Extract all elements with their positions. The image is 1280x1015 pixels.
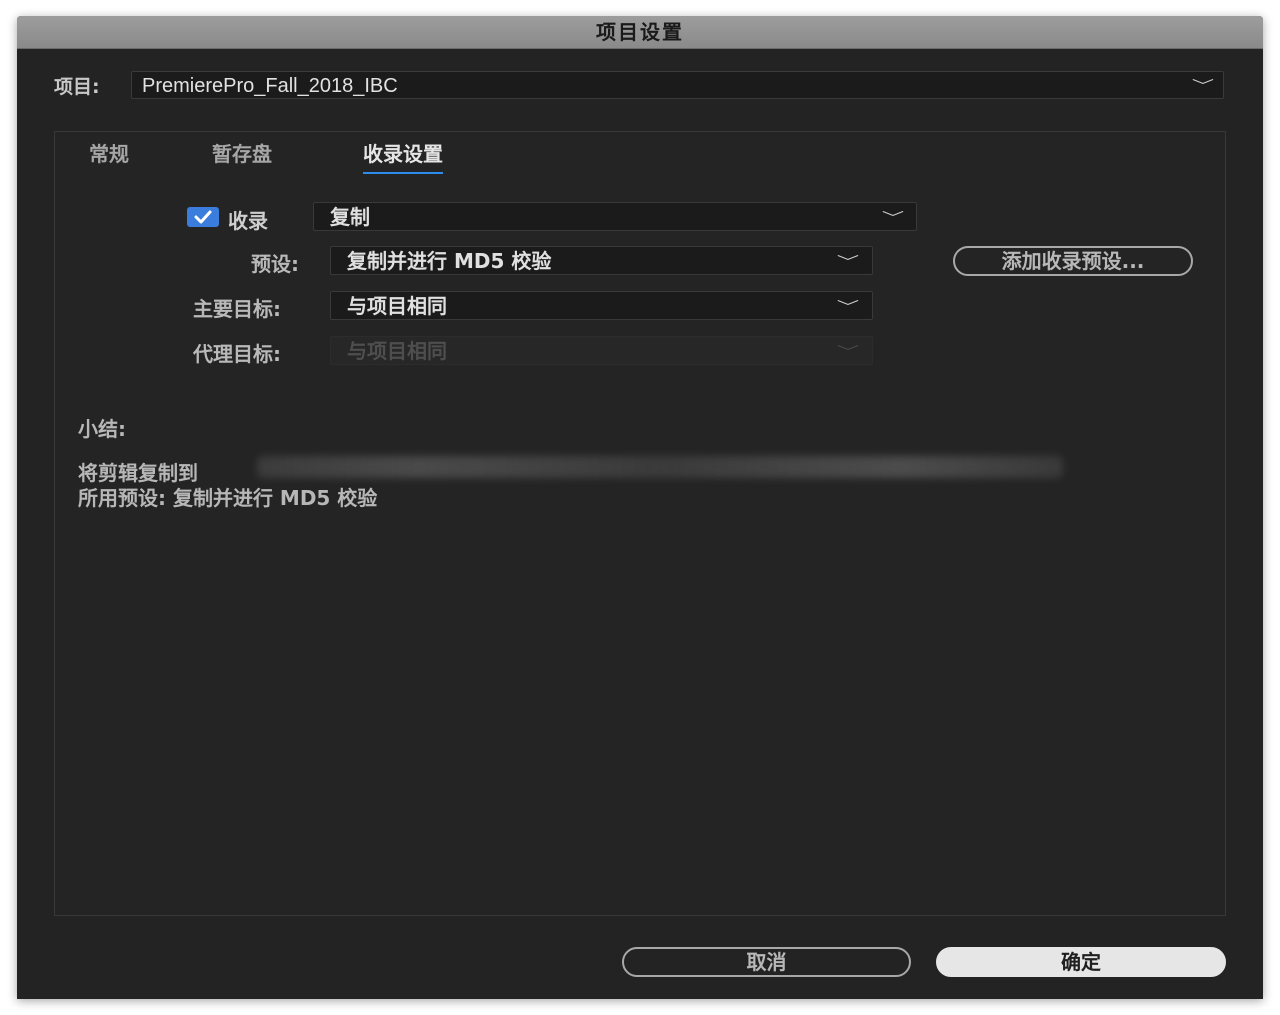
checkmark-icon bbox=[194, 210, 212, 224]
proxy-destination-label: 代理目标: bbox=[193, 342, 281, 366]
proxy-destination-value: 与项目相同 bbox=[347, 339, 447, 363]
summary-title: 小结: bbox=[78, 417, 126, 441]
add-ingest-preset-button[interactable]: 添加收录预设... bbox=[953, 246, 1193, 276]
primary-destination-value: 与项目相同 bbox=[347, 294, 447, 318]
project-dropdown-value: PremierePro_Fall_2018_IBC bbox=[142, 75, 398, 97]
primary-destination-label: 主要目标: bbox=[193, 297, 281, 321]
primary-destination-dropdown[interactable]: 与项目相同 ﹀ bbox=[330, 291, 873, 320]
tab-ingest-settings[interactable]: 收录设置 bbox=[363, 140, 443, 174]
preset-dropdown[interactable]: 复制并进行 MD5 校验 ﹀ bbox=[330, 246, 873, 275]
project-label: 项目: bbox=[54, 76, 100, 98]
chevron-down-icon: ﹀ bbox=[881, 211, 905, 227]
cancel-button[interactable]: 取消 bbox=[622, 947, 911, 977]
dialog-title: 项目设置 bbox=[596, 20, 684, 44]
summary-preset-used: 所用预设: 复制并进行 MD5 校验 bbox=[78, 486, 378, 510]
tab-scratch-disks[interactable]: 暂存盘 bbox=[212, 140, 272, 172]
chevron-down-icon: ﹀ bbox=[836, 300, 860, 316]
ingest-mode-dropdown[interactable]: 复制 ﹀ bbox=[313, 202, 917, 231]
ingest-mode-value: 复制 bbox=[330, 205, 370, 229]
blurred-destination-path bbox=[257, 456, 1063, 478]
ingest-checkbox-label[interactable]: 收录 bbox=[228, 205, 268, 234]
title-bar[interactable]: 项目设置 bbox=[17, 16, 1263, 49]
preset-label: 预设: bbox=[251, 252, 299, 276]
chevron-down-icon: ﹀ bbox=[836, 345, 860, 361]
ok-button[interactable]: 确定 bbox=[936, 947, 1226, 977]
project-dropdown[interactable]: PremierePro_Fall_2018_IBC ﹀ bbox=[131, 71, 1224, 99]
preset-value: 复制并进行 MD5 校验 bbox=[347, 249, 552, 273]
project-settings-dialog: 项目设置 项目: PremierePro_Fall_2018_IBC ﹀ 常规 … bbox=[17, 16, 1263, 999]
chevron-down-icon: ﹀ bbox=[836, 255, 860, 271]
tab-general[interactable]: 常规 bbox=[89, 140, 129, 172]
ingest-checkbox[interactable] bbox=[187, 207, 219, 227]
proxy-destination-dropdown: 与项目相同 ﹀ bbox=[330, 336, 873, 365]
chevron-down-icon: ﹀ bbox=[1191, 79, 1215, 95]
